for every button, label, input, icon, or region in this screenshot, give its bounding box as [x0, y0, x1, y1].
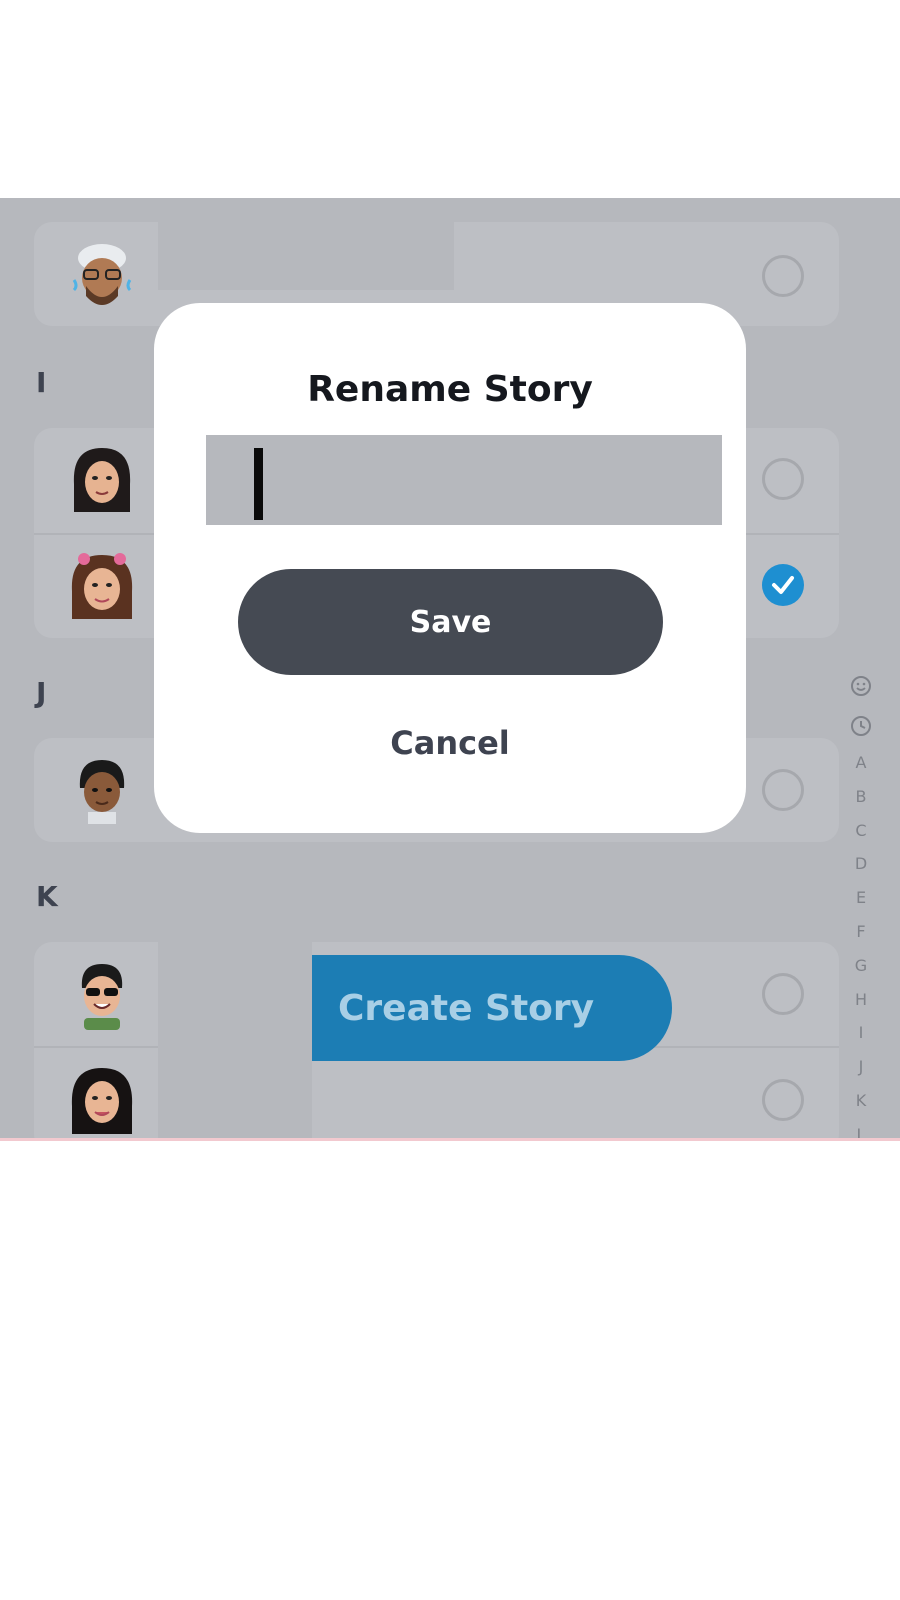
select-radio[interactable] [762, 1079, 804, 1121]
save-button[interactable]: Save [238, 569, 663, 675]
screen-bottom-edge [0, 1138, 900, 1141]
section-header: K [36, 880, 58, 913]
selected-radio[interactable] [762, 564, 804, 606]
avatar [71, 553, 133, 619]
index-letter-i[interactable]: I [859, 1016, 864, 1050]
select-radio[interactable] [762, 769, 804, 811]
index-letter-d[interactable]: D [855, 847, 867, 881]
avatar [71, 1068, 133, 1134]
overlay-mask [158, 933, 312, 1140]
section-header: J [36, 676, 47, 709]
alphabet-index[interactable]: A B C D E F G H I J K L M N O P Q R [846, 666, 876, 1140]
avatar [72, 244, 132, 305]
index-letter-c[interactable]: C [855, 814, 866, 848]
smiley-icon[interactable] [850, 666, 872, 706]
dialog-title: Rename Story [307, 369, 593, 410]
index-letter-f[interactable]: F [856, 915, 865, 949]
text-caret [254, 448, 263, 520]
index-letter-b[interactable]: B [856, 780, 867, 814]
index-letter-a[interactable]: A [856, 746, 867, 780]
overlay-mask [158, 198, 454, 290]
index-letter-e[interactable]: E [856, 881, 866, 915]
select-radio[interactable] [762, 973, 804, 1015]
avatar [73, 448, 131, 512]
rename-story-dialog: Rename Story Save Cancel [154, 303, 746, 833]
checkmark-icon [772, 576, 794, 594]
clock-icon[interactable] [850, 706, 872, 746]
index-letter-k[interactable]: K [856, 1084, 867, 1118]
index-letter-h[interactable]: H [855, 983, 867, 1017]
friend-list-screen: I J K A B C D E F G H I J K L Create Sto… [0, 198, 900, 1140]
avatar [79, 760, 125, 824]
cancel-button[interactable]: Cancel [350, 715, 550, 771]
avatar [81, 964, 123, 1030]
section-header: I [36, 366, 47, 399]
select-radio[interactable] [762, 458, 804, 500]
index-letter-l[interactable]: L [857, 1118, 866, 1140]
index-letter-j[interactable]: J [859, 1050, 864, 1084]
select-radio[interactable] [762, 255, 804, 297]
index-letter-g[interactable]: G [855, 949, 867, 983]
create-story-button[interactable]: Create Story [312, 955, 672, 1061]
story-name-input[interactable] [206, 435, 722, 525]
